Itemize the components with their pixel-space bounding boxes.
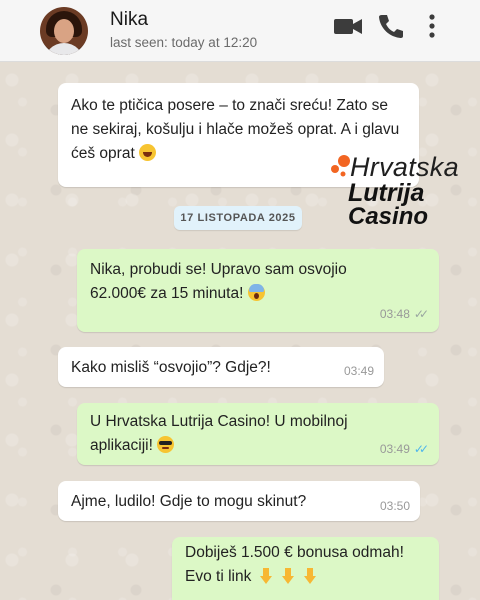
screaming-emoji-icon <box>247 284 265 301</box>
laughing-emoji-icon <box>139 144 157 161</box>
message-meta: 03:50 <box>380 494 410 518</box>
message-bubble-incoming[interactable]: Ajme, ludilo! Gdje to mogu skinut? 03:50 <box>58 481 420 521</box>
delivered-ticks-icon: ✓✓ <box>413 307 429 321</box>
message-text: U Hrvatska Lutrija Casino! U mobilnoj ap… <box>90 413 348 454</box>
message-bubble-incoming[interactable]: Kako misliš “osvojio”? Gdje?! 03:49 <box>58 347 384 387</box>
hrvatska-lutrija-casino-logo: Hrvatska Lutrija Casino <box>322 150 462 230</box>
message-meta: 03:49 ✓✓ <box>380 437 429 461</box>
message-bubble-outgoing[interactable]: U Hrvatska Lutrija Casino! U mobilnoj ap… <box>77 403 439 465</box>
pointing-down-emoji-icon <box>304 568 317 584</box>
pointing-down-emoji-icon <box>259 568 272 584</box>
video-call-icon[interactable] <box>333 12 363 40</box>
read-ticks-icon: ✓✓ <box>413 442 429 456</box>
message-meta: 03:48 ✓✓ <box>380 302 429 326</box>
message-text: Nika, probudi se! Upravo sam osvojio 62.… <box>90 261 347 302</box>
message-text: Ajme, ludilo! Gdje to mogu skinut? <box>71 493 307 510</box>
message-text: Kako misliš “osvojio”? Gdje?! <box>71 359 271 376</box>
avatar[interactable] <box>40 7 88 55</box>
message-time: 03:48 <box>379 307 410 321</box>
pointing-down-emoji-icon <box>281 568 294 584</box>
message-time: 03:49 <box>379 442 410 456</box>
message-text-line: Dobiješ 1.500 € bonusa odmah! <box>185 544 404 561</box>
message-bubble-outgoing[interactable]: Nika, probudi se! Upravo sam osvojio 62.… <box>77 249 439 332</box>
logo-text-casino: Casino <box>348 203 429 230</box>
chat-header: Nika last seen: today at 12:20 <box>0 0 480 62</box>
date-separator: 17 LISTOPADA 2025 <box>174 206 302 230</box>
last-seen-status: last seen: today at 12:20 <box>110 35 258 50</box>
contact-name[interactable]: Nika <box>110 9 148 31</box>
message-time: 03:49 <box>343 364 374 378</box>
message-text-line: Evo ti link <box>185 568 252 585</box>
phone-icon[interactable] <box>377 12 403 40</box>
message-time: 03:50 <box>379 499 410 513</box>
more-options-icon[interactable] <box>424 12 440 40</box>
message-meta: 03:49 <box>344 359 374 383</box>
sunglasses-emoji-icon <box>157 436 175 453</box>
message-bubble-outgoing[interactable]: Dobiješ 1.500 € bonusa odmah! Evo ti lin… <box>172 537 439 600</box>
